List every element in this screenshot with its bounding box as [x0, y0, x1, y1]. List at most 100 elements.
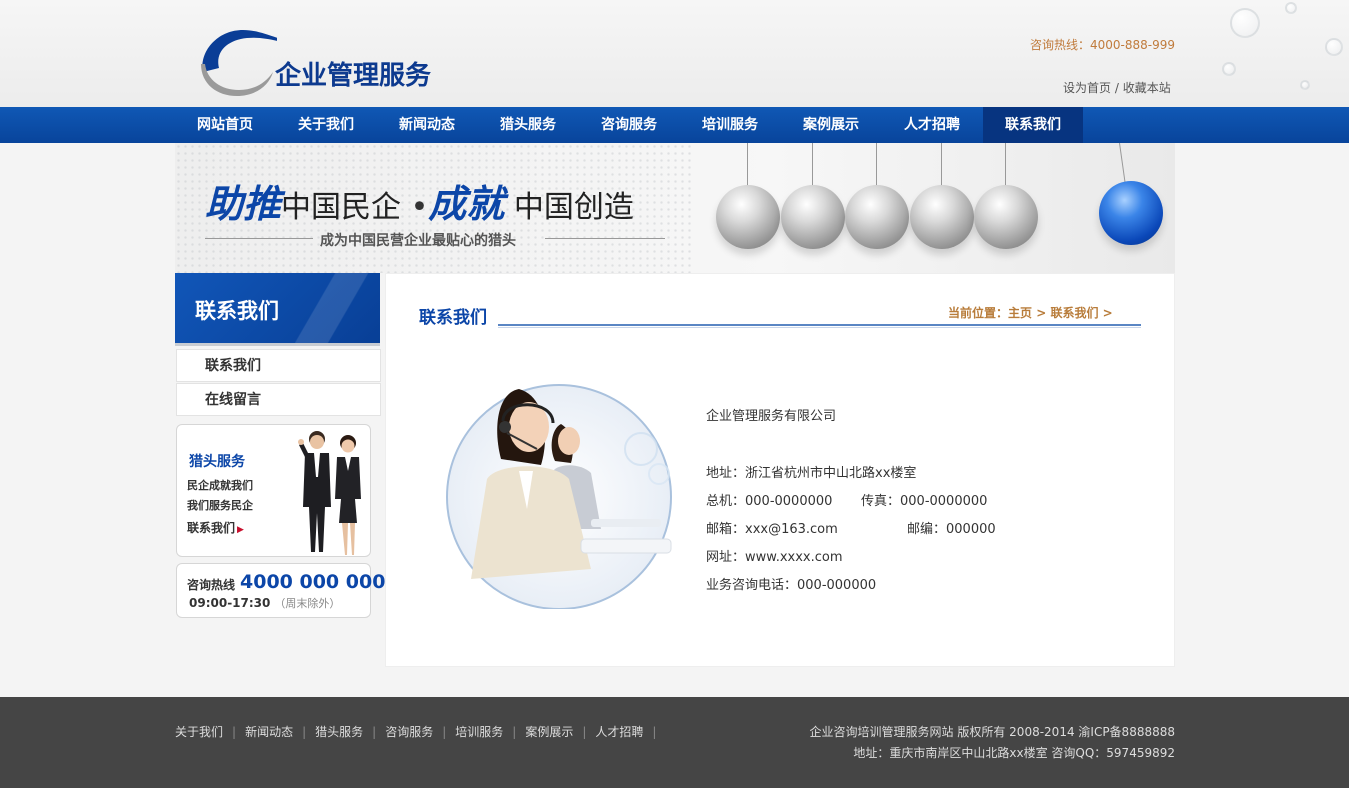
utility-link-separator: / [1111, 81, 1123, 95]
banner-slogan: 助推中国民企 •成就 中国创造 [205, 173, 634, 228]
pendulum-string [941, 143, 942, 188]
address-line: 地址：浙江省杭州市中山北路xx楼室 [706, 466, 917, 481]
promo-line-2: 我们服务民企 [187, 499, 253, 512]
nav-item-news[interactable]: 新闻动态 [377, 107, 477, 143]
logo-text: 企业管理服务 [275, 61, 432, 91]
promo-contact-link[interactable]: 联系我们 ▶ [187, 519, 244, 536]
water-drop-decoration [1325, 38, 1343, 56]
subtitle-rule-left [205, 238, 313, 239]
water-drop-decoration [1222, 62, 1236, 76]
footer-link-headhunting[interactable]: 猎头服务 [315, 725, 363, 739]
title-divider-light [498, 327, 1141, 328]
footer-link-cases[interactable]: 案例展示 [525, 725, 573, 739]
hotline-number: 4000 000 000 [240, 571, 386, 593]
breadcrumb-separator: > [1032, 306, 1051, 320]
footer-copyright: 企业咨询培训管理服务网站 版权所有 2008-2014 渝ICP备8888888 [809, 725, 1175, 739]
customer-service-photo [446, 384, 672, 609]
water-drop-decoration [1285, 2, 1297, 14]
nav-item-recruitment[interactable]: 人才招聘 [882, 107, 982, 143]
site-logo[interactable]: 企业管理服务 [197, 22, 457, 98]
banner-subtitle-text: 成为中国民营企业最贴心的猎头 [320, 233, 516, 249]
headhunting-promo-card[interactable]: 猎头服务 民企成就我们 我们服务民企 联系我们 ▶ [176, 424, 371, 557]
footer-link-training[interactable]: 培训服务 [455, 725, 503, 739]
postcode-line: 邮编：000000 [907, 522, 996, 537]
company-name: 企业管理服务有限公司 [706, 409, 837, 424]
pendulum-ball-icon [910, 185, 974, 249]
slogan-word-1: 助推 [205, 181, 282, 226]
site-footer: 关于我们 | 新闻动态 | 猎头服务 | 咨询服务 | 培训服务 | 案例展示 | 人才招聘 | 企业咨询… [0, 697, 1349, 788]
footer-separator: | [302, 725, 307, 739]
footer-link-news[interactable]: 新闻动态 [245, 725, 293, 739]
footer-address: 地址：重庆市南岸区中山北路xx楼室 咨询QQ：597459892 [853, 746, 1175, 760]
set-homepage-link[interactable]: 设为首页 [1063, 81, 1111, 95]
breadcrumb-home[interactable]: 主页 [1008, 306, 1032, 320]
title-divider [498, 324, 1141, 326]
nav-item-consulting[interactable]: 咨询服务 [579, 107, 679, 143]
breadcrumb: 当前位置：主页 > 联系我们 > [948, 304, 1113, 321]
pendulum-ball-icon [974, 185, 1038, 249]
hotline-hours-time: 09:00-17:30 [189, 596, 271, 610]
footer-link-recruitment[interactable]: 人才招聘 [595, 725, 643, 739]
pendulum-string [1119, 143, 1126, 185]
footer-separator: | [512, 725, 517, 739]
pendulum-ball-icon [845, 185, 909, 249]
nav-item-home[interactable]: 网站首页 [175, 107, 275, 143]
pendulum-string [1005, 143, 1006, 188]
slogan-text-2: 中国创造 [513, 190, 634, 225]
promo-title: 猎头服务 [189, 454, 245, 470]
footer-separator: | [372, 725, 377, 739]
main-nav: 网站首页 关于我们 新闻动态 猎头服务 咨询服务 培训服务 案例展示 人才招聘 … [0, 107, 1349, 143]
breadcrumb-prefix: 当前位置： [948, 306, 1009, 320]
water-drop-decoration [1230, 8, 1260, 38]
footer-separator: | [652, 725, 657, 739]
hero-banner: 助推中国民企 •成就 中国创造 成为中国民营企业最贴心的猎头 [175, 143, 1175, 273]
nav-item-about[interactable]: 关于我们 [276, 107, 376, 143]
slogan-text-1: 中国民企 [281, 190, 402, 225]
nav-item-headhunting[interactable]: 猎头服务 [478, 107, 578, 143]
nav-item-contact[interactable]: 联系我们 [983, 107, 1083, 143]
pendulum-ball-icon [781, 185, 845, 249]
email-line: 邮箱：xxx@163.com [706, 522, 838, 537]
sidebar-item-message[interactable]: 在线留言 [176, 383, 381, 416]
site-header: 企业管理服务 咨询热线：4000-888-999 设为首页 / 收藏本站 [0, 0, 1349, 107]
sidebar-title-decoration [295, 273, 380, 343]
fax-line: 传真：000-0000000 [861, 494, 988, 509]
breadcrumb-current[interactable]: 联系我们 [1050, 306, 1098, 320]
footer-link-consulting[interactable]: 咨询服务 [385, 725, 433, 739]
promo-link-label: 联系我们 [187, 521, 236, 535]
phone-line: 总机：000-0000000 [706, 494, 833, 509]
hotline-label: 咨询热线 [187, 578, 236, 592]
pendulum-ball-blue-icon [1099, 181, 1163, 245]
main-content: 联系我们 当前位置：主页 > 联系我们 > 企业管理服务有限公司 地址：浙江省杭… [385, 273, 1175, 667]
breadcrumb-separator: > [1098, 306, 1113, 320]
nav-item-cases[interactable]: 案例展示 [781, 107, 881, 143]
footer-separator: | [582, 725, 587, 739]
slogan-word-2: 成就 [428, 181, 505, 226]
subtitle-rule-right [545, 238, 665, 239]
hotline-hours-note: （周末除外） [274, 597, 341, 610]
sidebar-item-contact[interactable]: 联系我们 [176, 349, 381, 382]
slogan-dot: • [410, 190, 429, 225]
nav-item-training[interactable]: 培训服务 [680, 107, 780, 143]
banner-subtitle: 成为中国民营企业最贴心的猎头 [205, 230, 665, 249]
footer-separator: | [442, 725, 447, 739]
footer-links: 关于我们 | 新闻动态 | 猎头服务 | 咨询服务 | 培训服务 | 案例展示 | 人才招聘 | [175, 723, 665, 740]
pendulum-string [747, 143, 748, 188]
business-people-illustration [298, 431, 361, 555]
website-line: 网址：www.xxxx.com [706, 550, 843, 565]
hotline-box: 咨询热线 4000 000 000 09:00-17:30 （周末除外） [176, 563, 385, 618]
footer-separator: | [232, 725, 237, 739]
header-hotline: 咨询热线：4000-888-999 [1030, 38, 1176, 52]
arrow-right-icon: ▶ [237, 525, 244, 535]
page-title: 联系我们 [419, 308, 487, 328]
bookmark-link[interactable]: 收藏本站 [1123, 81, 1171, 95]
pendulum-ball-icon [716, 185, 780, 249]
consult-phone-line: 业务咨询电话：000-000000 [706, 578, 877, 593]
sidebar-title-box: 联系我们 [175, 273, 380, 346]
header-utility-links: 设为首页 / 收藏本站 [1063, 79, 1171, 96]
pendulum-string [876, 143, 877, 188]
footer-link-about[interactable]: 关于我们 [175, 725, 223, 739]
logo-swoosh-icon [201, 30, 317, 96]
water-drop-decoration [1300, 80, 1310, 90]
promo-line-1: 民企成就我们 [187, 479, 253, 492]
